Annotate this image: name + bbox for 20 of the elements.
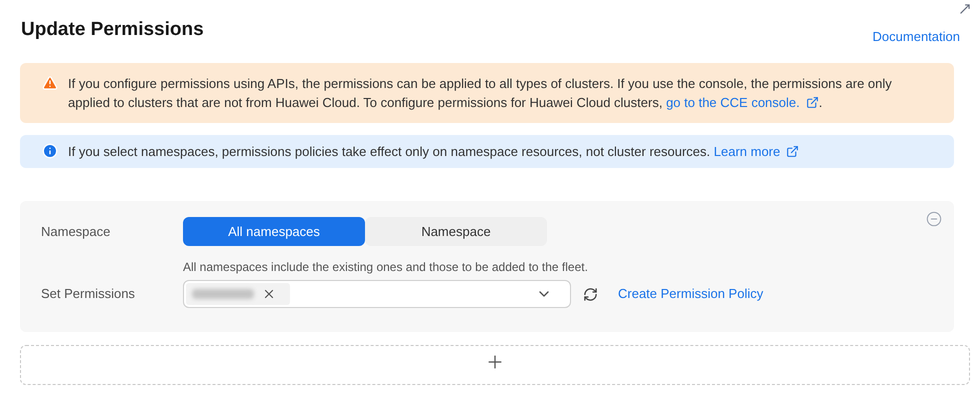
cce-console-link[interactable]: go to the CCE console. xyxy=(666,92,819,112)
redacted-text-icon xyxy=(192,289,254,299)
external-link-icon xyxy=(806,96,819,108)
namespace-hint: All namespaces include the existing ones and those to be added to the fleet. xyxy=(183,259,589,276)
namespace-option[interactable]: All namespaces xyxy=(183,217,365,246)
refresh-icon[interactable] xyxy=(583,286,598,302)
info-message: If you select namespaces, permissions policies take effect only on namespace resources, not cluster resources. Learn more xyxy=(68,142,800,161)
namespace-option[interactable]: Namespace xyxy=(365,217,547,246)
close-icon[interactable] xyxy=(262,287,276,301)
documentation-link[interactable]: Documentation xyxy=(872,27,960,46)
learn-more-link[interactable]: Learn more xyxy=(714,142,800,161)
info-icon xyxy=(42,143,58,160)
warning-message: If you configure permissions using APIs, the permissions can be applied to all types of clusters. If you use the console, the permissions are only applied to clusters that are not from Huawei Cloud. To configure permissions for Huawei Cloud clusters, go to the CCE console. . xyxy=(68,74,893,112)
dialog-title: Update Permissions xyxy=(21,18,204,42)
warning-icon xyxy=(42,74,58,90)
namespace-label: Namespace xyxy=(41,222,112,241)
expand-icon[interactable] xyxy=(958,2,972,16)
create-policy-link[interactable]: Create Permission Policy xyxy=(618,284,764,304)
permissions-label: Set Permissions xyxy=(41,285,136,304)
external-link-icon xyxy=(786,144,800,158)
